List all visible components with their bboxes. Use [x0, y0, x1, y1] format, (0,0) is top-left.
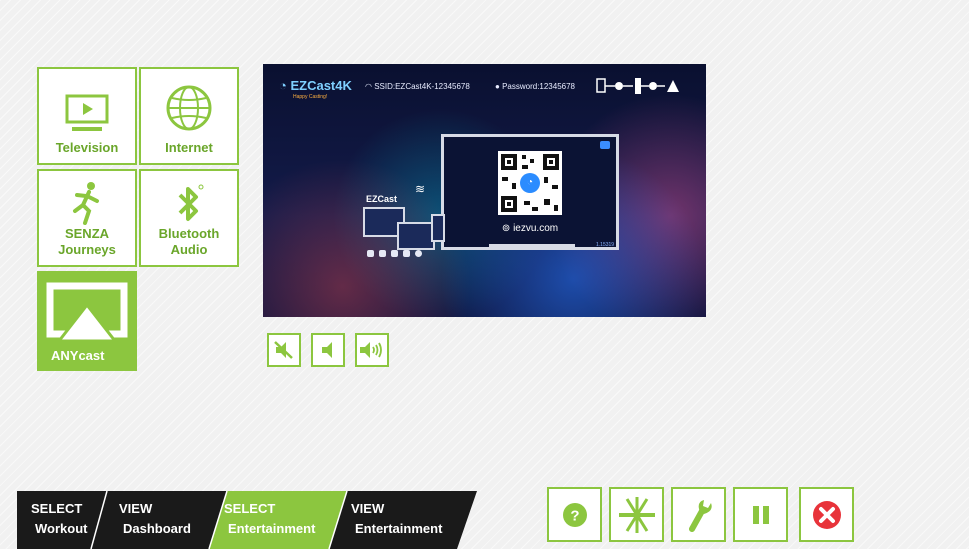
volume-high-button[interactable]	[355, 333, 389, 367]
qr-code: ◔	[498, 151, 562, 215]
tile-bluetooth-label: Bluetooth Audio	[141, 226, 237, 258]
close-button[interactable]	[799, 487, 854, 542]
volume-low-icon	[322, 342, 332, 358]
tile-television[interactable]: Television	[37, 67, 137, 165]
ssid-text: SSID:EZCast4K-12345678	[374, 82, 470, 91]
windows-icon	[403, 250, 410, 257]
ezcast-brand: EZCast4K	[290, 78, 352, 93]
cast-logo-icon: ◔	[279, 78, 291, 93]
wifi-icon: ≋	[415, 182, 426, 196]
nav-view-dashboard-line2: Dashboard	[123, 521, 191, 536]
television-icon	[65, 94, 109, 131]
help-button[interactable]: ?	[547, 487, 602, 542]
nav-select-workout[interactable]: SELECT Workout	[17, 491, 105, 549]
nav-view-entertainment-line2: Entertainment	[355, 521, 443, 536]
tile-bluetooth-line2: Audio	[170, 242, 208, 257]
chrome-icon	[415, 250, 422, 257]
runner-icon	[73, 182, 99, 225]
nav-select-entertainment[interactable]: SELECT Entertainment	[210, 491, 340, 549]
tile-anycast-label: ANYcast	[51, 348, 105, 363]
android-icon	[367, 250, 374, 257]
nav-select-entertainment-line2: Entertainment	[228, 521, 316, 536]
phone-device	[431, 214, 445, 242]
pause-button[interactable]	[733, 487, 788, 542]
nav-select-entertainment-line1: SELECT	[224, 501, 276, 516]
nav-view-entertainment[interactable]: VIEW Entertainment	[337, 491, 467, 549]
bluetooth-icon	[178, 184, 204, 221]
ezcast-device-label: EZCast	[366, 194, 398, 204]
tile-senza-journeys[interactable]: SENZA Journeys	[37, 169, 137, 267]
password-text: Password:12345678	[502, 82, 576, 91]
nav-select-workout-line2: Workout	[35, 521, 88, 536]
wrench-icon	[688, 499, 712, 532]
close-icon	[812, 500, 841, 529]
nav-view-entertainment-line1: VIEW	[351, 501, 385, 516]
lock-icon: ●	[495, 82, 503, 91]
version-text: 1.15319	[596, 242, 615, 248]
ssid-info: ◠ SSID:EZCast4K-12345678	[365, 82, 470, 91]
volume-mute-icon	[274, 341, 293, 359]
stretch-icon	[618, 496, 655, 533]
tile-bluetooth-audio[interactable]: Bluetooth Audio	[139, 169, 239, 267]
tile-internet[interactable]: Internet	[139, 67, 239, 165]
svg-text:?: ?	[570, 507, 579, 524]
ezcast-tagline: Happy Casting!	[293, 94, 328, 100]
stretch-button[interactable]	[609, 487, 664, 542]
volume-low-button[interactable]	[311, 333, 345, 367]
tile-senza-line1: SENZA	[64, 226, 110, 241]
tile-anycast[interactable]: ANYcast	[37, 271, 137, 371]
tablet-device	[397, 222, 435, 250]
tile-television-label: Television	[55, 140, 119, 155]
url-value: iezvu.com	[513, 223, 559, 234]
tile-internet-label: Internet	[165, 140, 213, 155]
pause-icon	[752, 505, 769, 524]
volume-high-icon	[360, 342, 382, 358]
globe-icon	[166, 85, 212, 131]
bottom-nav: SELECT Workout VIEW Dashboard SELECT Ent…	[17, 491, 477, 549]
url-text: ⊚ iezvu.com	[444, 223, 616, 234]
apple-icon	[379, 250, 386, 257]
help-icon: ?	[562, 502, 587, 527]
tv-frame: ◔ ⊚ iezvu.com	[441, 134, 619, 250]
airplay-icon	[46, 282, 128, 343]
settings-button[interactable]	[671, 487, 726, 542]
tv-corner-icon	[600, 141, 610, 149]
nav-view-dashboard-line1: VIEW	[119, 501, 153, 516]
tile-senza-label: SENZA Journeys	[39, 226, 135, 258]
nav-view-dashboard[interactable]: VIEW Dashboard	[105, 491, 223, 549]
wifi-small-icon: ◠	[365, 82, 375, 91]
password-info: ● Password:12345678	[495, 82, 575, 91]
network-diagram-icon	[596, 78, 679, 94]
tile-bluetooth-line1: Bluetooth	[158, 226, 220, 241]
link-icon: ⊚	[501, 223, 514, 234]
qr-center-logo: ◔	[520, 173, 540, 193]
tv-stand	[489, 244, 575, 248]
ezcast-logo: ◔ EZCast4K	[279, 78, 352, 93]
volume-mute-button[interactable]	[267, 333, 301, 367]
nav-select-workout-line1: SELECT	[31, 501, 83, 516]
ios-icon	[391, 250, 398, 257]
cast-preview-screen: ◔ EZCast4K Happy Casting! ◠ SSID:EZCast4…	[263, 64, 706, 317]
tile-senza-line2: Journeys	[58, 242, 116, 257]
